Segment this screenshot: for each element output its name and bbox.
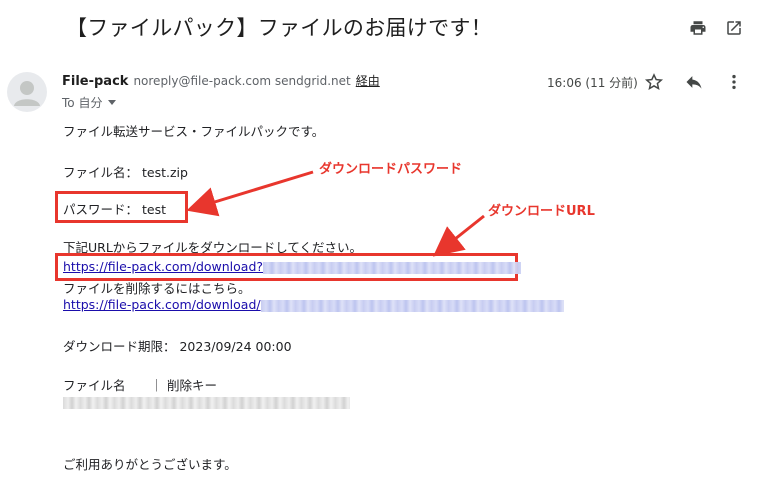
annotation-arrows (186, 170, 485, 257)
url-annotation-arrow (432, 214, 485, 257)
password-annotation-arrow (186, 170, 314, 217)
